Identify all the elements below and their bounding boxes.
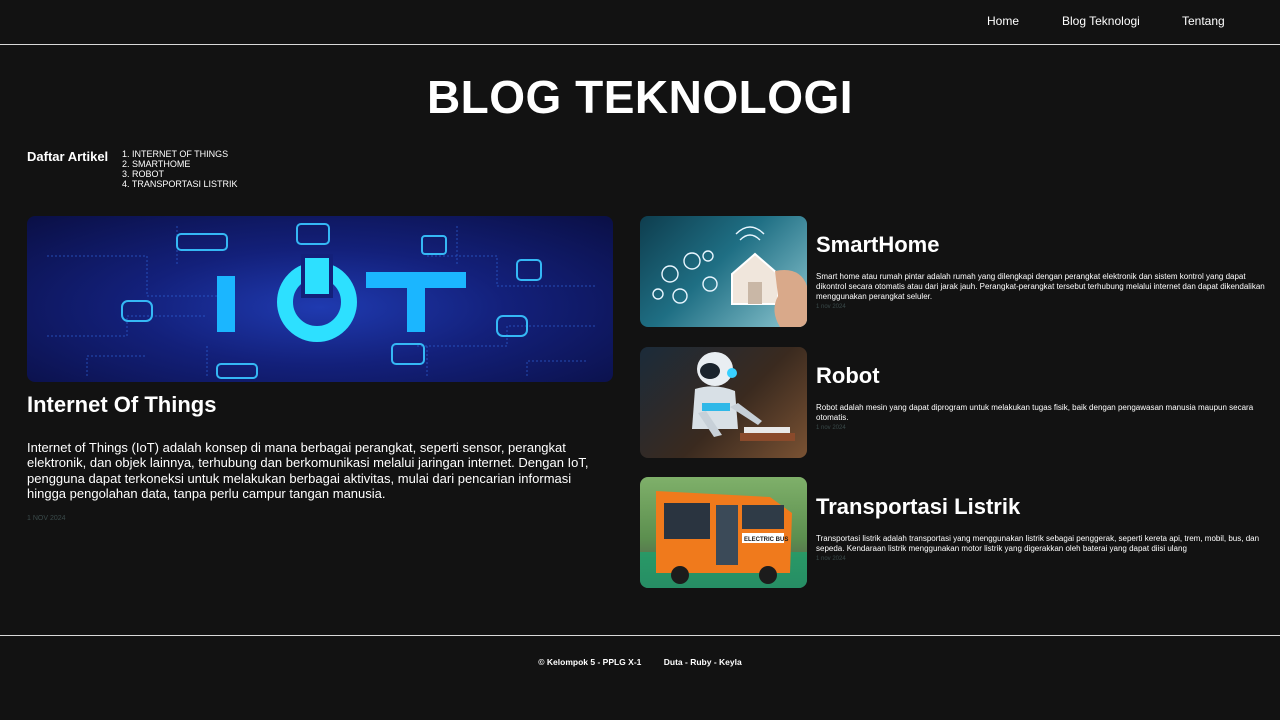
power-icon xyxy=(277,254,357,342)
article-list-item[interactable]: 4. TRANSPORTASI LISTRIK xyxy=(122,179,238,189)
robot-article-image[interactable] xyxy=(640,347,807,458)
smarthome-article-text: Smart home atau rumah pintar adalah ruma… xyxy=(816,272,1265,301)
robot-article-date: 1 nov 2024 xyxy=(816,425,846,431)
nav-link-about[interactable]: Tentang xyxy=(1182,14,1225,28)
footer: © Kelompok 5 - PPLG X-1 Duta - Ruby - Ke… xyxy=(0,657,1280,667)
footer-divider xyxy=(0,635,1280,636)
robot-illustration xyxy=(692,352,795,441)
iot-article-image[interactable] xyxy=(27,216,613,382)
robot-article-title[interactable]: Robot xyxy=(816,363,880,389)
electric-transport-article-title[interactable]: Transportasi Listrik xyxy=(816,494,1020,520)
iot-circuit-illustration xyxy=(47,223,597,379)
nav-link-home[interactable]: Home xyxy=(987,14,1019,28)
electric-transport-article-text: Transportasi listrik adalah transportasi… xyxy=(816,534,1260,553)
nav-link-blog[interactable]: Blog Teknologi xyxy=(1062,14,1140,28)
robot-article-body: Robot adalah mesin yang dapat diprogram … xyxy=(816,403,1271,433)
featured-article-body: Internet of Things (IoT) adalah konsep d… xyxy=(27,440,589,501)
iot-letter-i xyxy=(217,276,235,332)
article-list-label: Daftar Artikel xyxy=(27,149,109,164)
article-list-item[interactable]: 1. INTERNET OF THINGS xyxy=(122,149,238,159)
smarthome-article-image[interactable] xyxy=(640,216,807,327)
robot-icon xyxy=(692,352,762,437)
iot-letter-t xyxy=(407,272,425,332)
bus-icon: ELECTRIC BUS xyxy=(656,491,792,584)
robot-article-text: Robot adalah mesin yang dapat diprogram … xyxy=(816,403,1254,422)
smarthome-article-date: 1 nov 2024 xyxy=(816,304,846,310)
footer-copyright: © Kelompok 5 - PPLG X-1 xyxy=(538,657,642,667)
top-nav: Home Blog Teknologi Tentang xyxy=(0,0,1280,45)
featured-article-title[interactable]: Internet Of Things xyxy=(27,392,216,418)
article-list-item[interactable]: 3. ROBOT xyxy=(122,169,238,179)
article-list-item[interactable]: 2. SMARTHOME xyxy=(122,159,238,169)
smarthome-article-body: Smart home atau rumah pintar adalah ruma… xyxy=(816,272,1271,312)
electric-bus-article-image[interactable]: ELECTRIC BUS xyxy=(640,477,807,588)
page-title: BLOG TEKNOLOGI xyxy=(426,71,854,123)
electric-bus-illustration: ELECTRIC BUS xyxy=(640,491,807,588)
electric-transport-article-date: 1 nov 2024 xyxy=(816,556,846,562)
featured-article-date: 1 NOV 2024 xyxy=(27,515,66,522)
electric-transport-article-body: Transportasi listrik adalah transportasi… xyxy=(816,534,1271,564)
smarthome-article-title[interactable]: SmartHome xyxy=(816,232,939,258)
house-icon xyxy=(731,252,779,305)
smarthome-illustration xyxy=(652,226,807,327)
bus-sign-text: ELECTRIC BUS xyxy=(744,537,788,543)
footer-authors: Duta - Ruby - Keyla xyxy=(663,657,742,667)
article-list: 1. INTERNET OF THINGS 2. SMARTHOME 3. RO… xyxy=(122,149,238,189)
